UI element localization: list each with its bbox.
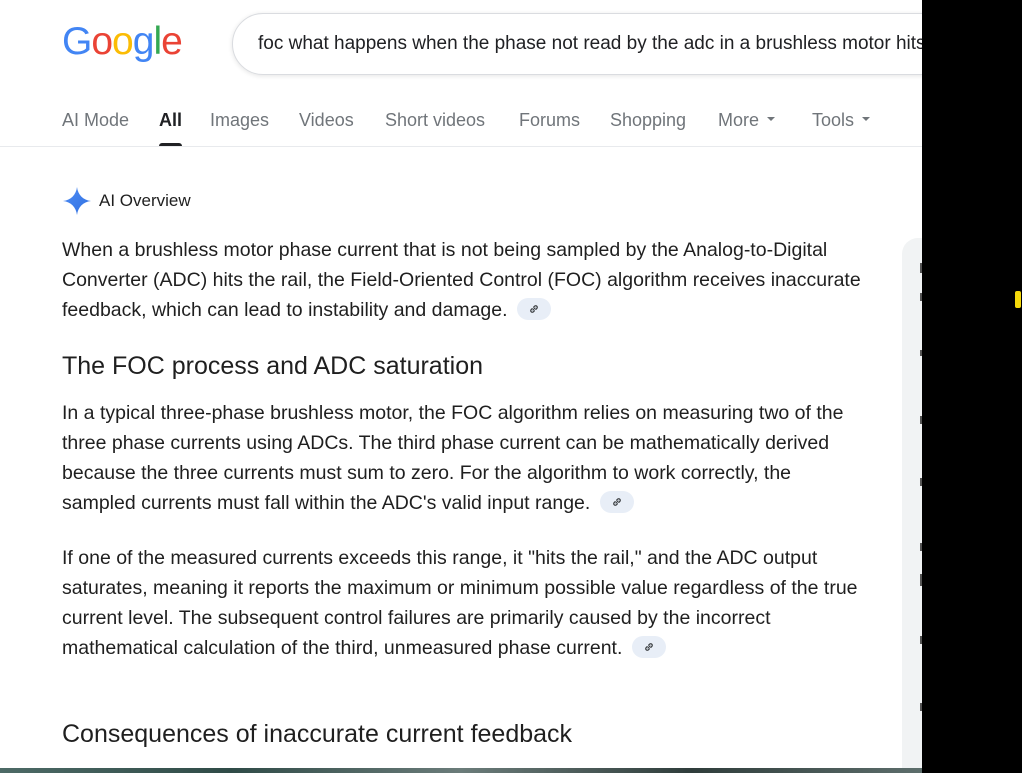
side-panel-mark: [920, 293, 922, 301]
tab-label: Videos: [299, 110, 354, 130]
tab-label: Tools: [812, 110, 855, 130]
cursor-marker: [1015, 291, 1021, 308]
tab-label: Forums: [519, 110, 581, 130]
section-heading: The FOC process and ADC saturation: [62, 352, 484, 380]
logo-letter: l: [153, 20, 162, 63]
tab-label: Short videos: [385, 110, 486, 130]
link-icon: [612, 498, 621, 506]
side-panel-mark: [920, 416, 922, 424]
caret-down-icon: [862, 117, 871, 122]
tab-tools[interactable]: Tools: [812, 108, 871, 146]
section-heading: Consequences of inaccurate current feedb…: [62, 720, 573, 748]
tab-label: All: [159, 110, 183, 130]
side-panel-mark: [920, 543, 922, 551]
tab-label: AI Mode: [62, 110, 130, 130]
source-link-chip[interactable]: [631, 635, 666, 658]
tab-images[interactable]: Images: [210, 108, 269, 146]
side-panel-mark: [920, 478, 922, 486]
intro-text: When a brushless motor phase current tha…: [62, 239, 861, 321]
logo-letter: g: [132, 20, 155, 63]
tab-label: Shopping: [610, 110, 687, 130]
side-panel-mark: [920, 703, 922, 711]
search-box[interactable]: [232, 13, 922, 75]
link-icon: [644, 643, 653, 651]
ai-overview-intro: When a brushless motor phase current tha…: [62, 235, 862, 325]
tab-all[interactable]: All: [159, 108, 183, 146]
paragraph-text: If one of the measured currents exceeds …: [62, 547, 858, 659]
logo-letter: o: [112, 20, 134, 63]
source-link-chip[interactable]: [599, 490, 634, 513]
sparkle-icon: [63, 187, 91, 215]
logo-letter: G: [62, 20, 92, 63]
tab-ai-mode[interactable]: AI Mode: [62, 108, 129, 146]
search-input[interactable]: [258, 14, 922, 74]
caret-down-icon: [767, 117, 776, 122]
search-results-page: Google AI Mode All Images Videos Short v…: [0, 0, 922, 773]
section-paragraph: If one of the measured currents exceeds …: [62, 543, 862, 663]
tab-label: Images: [210, 110, 270, 130]
tab-short-videos[interactable]: Short videos: [385, 108, 485, 146]
tab-label: More: [718, 110, 760, 130]
side-panel-mark: [920, 636, 922, 644]
side-panel: [902, 238, 922, 773]
tabs-divider: [0, 146, 922, 147]
tab-videos[interactable]: Videos: [299, 108, 354, 146]
google-logo[interactable]: Google: [62, 18, 183, 66]
tab-forums[interactable]: Forums: [519, 108, 580, 146]
side-panel-mark: [920, 574, 922, 586]
section-paragraph: In a typical three-phase brushless motor…: [62, 398, 862, 518]
logo-letter: e: [161, 20, 183, 63]
tab-shopping[interactable]: Shopping: [610, 108, 686, 146]
tab-more[interactable]: More: [718, 108, 776, 146]
side-panel-mark: [920, 350, 922, 356]
logo-letter: o: [91, 20, 113, 63]
image-strip: [0, 768, 922, 773]
source-link-chip[interactable]: [516, 297, 551, 320]
side-panel-mark: [920, 263, 922, 273]
paragraph-text: In a typical three-phase brushless motor…: [62, 402, 844, 514]
link-icon: [530, 305, 538, 313]
ai-overview-title: AI Overview: [99, 191, 191, 210]
